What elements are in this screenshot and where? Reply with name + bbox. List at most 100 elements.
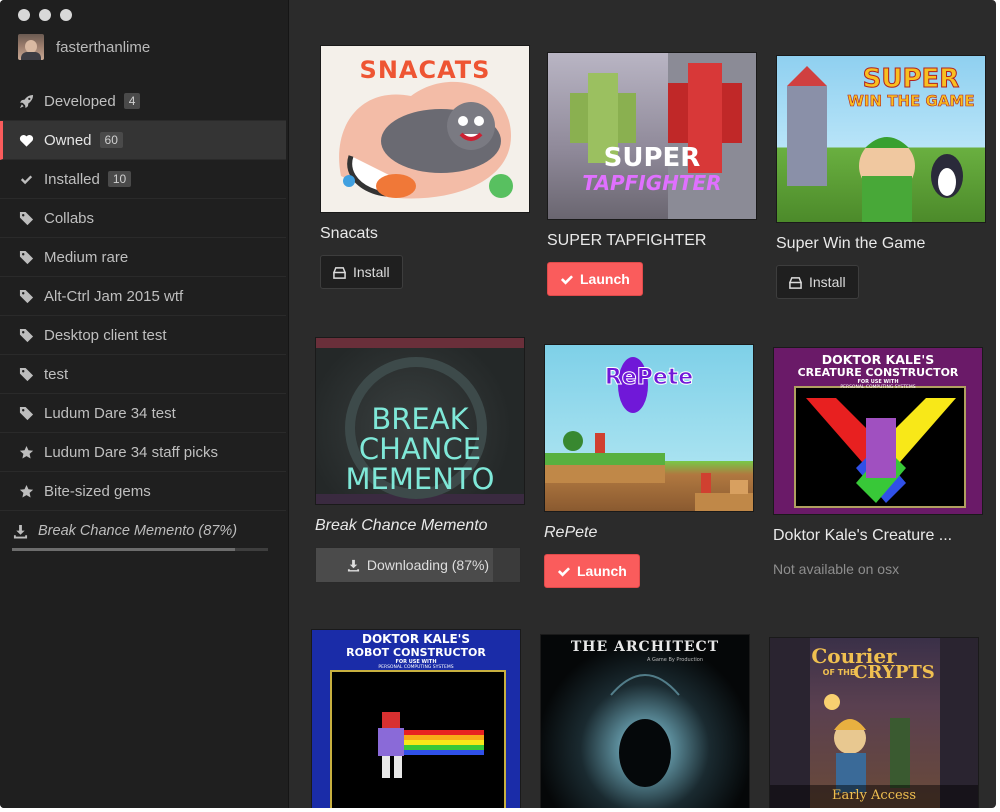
sidebar-item-label: Owned [44, 131, 92, 149]
count-badge: 4 [123, 93, 141, 109]
sidebar-nav: Developed 4 Owned 60 Installed 10 Collab… [0, 82, 286, 551]
sidebar-download-label: Break Chance Memento (87%) [38, 523, 238, 539]
cover-title: THE ARCHITECT [570, 639, 720, 655]
game-card-repete[interactable]: RePete RePete Launch [544, 344, 754, 588]
download-icon [347, 559, 359, 572]
cover-title: SUPER [603, 143, 701, 173]
hdd-icon [333, 266, 346, 279]
game-cover-snacats[interactable]: SNACATS [320, 45, 530, 213]
count-badge: 60 [99, 132, 123, 148]
button-label: Install [353, 264, 390, 280]
sidebar-item-test[interactable]: test [0, 355, 286, 394]
cover-title-line-3: MEMENTO [345, 462, 495, 496]
avatar [18, 34, 44, 60]
cover-title: BREAK [371, 402, 469, 436]
sidebar-item-installed[interactable]: Installed 10 [0, 160, 286, 199]
sidebar-item-label: Collabs [44, 209, 95, 227]
creature-cover-art [806, 398, 956, 503]
game-card-doktor-kales-creature-constructor[interactable]: DOKTOR KALE'S CREATURE CONSTRUCTOR FOR U… [773, 347, 983, 577]
early-access-banner: Early Access [770, 785, 978, 808]
game-title: Doktor Kale's Creature ... [773, 527, 953, 544]
sidebar-item-ludum-dare-34-test[interactable]: Ludum Dare 34 test [0, 394, 286, 433]
downloading-button[interactable]: Downloading (87%) [315, 547, 521, 583]
checkmark-icon [560, 274, 573, 285]
count-badge: 10 [107, 171, 132, 187]
star-icon [18, 483, 34, 499]
hdd-icon [789, 276, 802, 289]
game-card-super-win-the-game[interactable]: SUPER WIN THE GAME Super Win the Game In… [776, 55, 986, 299]
sidebar-item-medium-rare[interactable]: Medium rare [0, 238, 286, 277]
install-button[interactable]: Install [320, 255, 403, 289]
tag-icon [18, 288, 34, 304]
button-label: Launch [580, 271, 630, 287]
game-title: Snacats [320, 225, 378, 242]
sidebar-item-collabs[interactable]: Collabs [0, 199, 286, 238]
game-card-the-architect[interactable]: THE ARCHITECT A Game By Production [540, 634, 750, 808]
game-card-break-chance-memento[interactable]: BREAK CHANCE MEMENTO Break Chance Mement… [315, 337, 525, 583]
game-card-snacats[interactable]: SNACATS Snacats Install [320, 45, 530, 289]
cover-screen [794, 386, 966, 508]
tag-icon [18, 405, 34, 421]
sidebar-item-label: Developed [44, 92, 116, 110]
checkmark-icon [557, 566, 570, 577]
sidebar-item-label: Desktop client test [44, 326, 167, 344]
sidebar-item-label: test [44, 365, 69, 383]
user-profile[interactable]: fasterthanlime [18, 34, 150, 60]
window-controls [18, 9, 72, 21]
install-button[interactable]: Install [776, 265, 859, 299]
sidebar-item-label: Ludum Dare 34 staff picks [44, 443, 218, 461]
game-title: Break Chance Memento [315, 517, 488, 534]
cover-subtitle-2: CRYPTS [853, 662, 935, 683]
button-label: Launch [577, 563, 627, 579]
sidebar-item-alt-ctrl-jam[interactable]: Alt-Ctrl Jam 2015 wtf [0, 277, 286, 316]
sidebar-item-owned[interactable]: Owned 60 [0, 121, 286, 160]
sidebar-item-label: Ludum Dare 34 test [44, 404, 176, 422]
game-cover-super-tapfighter[interactable]: SUPER TAPFIGHTER [547, 52, 757, 220]
game-cover-doktor-kales-robot-constructor[interactable]: DOKTOR KALE'S ROBOT CONSTRUCTOR FOR USE … [311, 629, 521, 808]
minimize-window-button[interactable] [39, 9, 51, 21]
cover-subtitle: TAPFIGHTER [582, 171, 722, 195]
sidebar-item-developed[interactable]: Developed 4 [0, 82, 286, 121]
download-progress-bar [12, 548, 268, 551]
game-cover-courier-of-the-crypts[interactable]: Courier OF THE CRYPTS Early Access [769, 637, 979, 808]
game-title: RePete [544, 524, 598, 541]
game-cover-repete[interactable]: RePete [544, 344, 754, 512]
sidebar-item-label: Bite-sized gems [44, 482, 151, 500]
game-card-doktor-kales-robot-constructor[interactable]: DOKTOR KALE'S ROBOT CONSTRUCTOR FOR USE … [311, 629, 521, 808]
app-window: fasterthanlime Developed 4 Owned 60 Inst… [0, 0, 996, 808]
cover-title: SUPER [862, 64, 960, 95]
game-cover-super-win-the-game[interactable]: SUPER WIN THE GAME [776, 55, 986, 223]
maximize-window-button[interactable] [60, 9, 72, 21]
cover-subtitle: WIN THE GAME [847, 92, 975, 111]
sidebar-item-ludum-dare-34-staff-picks[interactable]: Ludum Dare 34 staff picks [0, 433, 286, 472]
rocket-icon [18, 93, 34, 109]
button-label: Install [809, 274, 846, 290]
download-icon [12, 523, 28, 539]
cover-subtitle: ROBOT CONSTRUCTOR [346, 646, 486, 659]
game-card-super-tapfighter[interactable]: SUPER TAPFIGHTER SUPER TAPFIGHTER Launch [547, 52, 757, 296]
download-progress-fill [12, 548, 235, 551]
cover-title: DOKTOR KALE'S [821, 352, 935, 367]
launch-button[interactable]: Launch [544, 554, 640, 588]
cover-title: SNACATS [359, 56, 491, 84]
sidebar-item-label: Medium rare [44, 248, 129, 266]
sidebar-item-bite-sized-gems[interactable]: Bite-sized gems [0, 472, 286, 511]
sidebar: fasterthanlime Developed 4 Owned 60 Inst… [0, 0, 289, 808]
sidebar-item-label: Installed [44, 170, 100, 188]
game-cover-the-architect[interactable]: THE ARCHITECT A Game By Production [540, 634, 750, 808]
sidebar-item-desktop-client-test[interactable]: Desktop client test [0, 316, 286, 355]
game-cover-break-chance-memento[interactable]: BREAK CHANCE MEMENTO [315, 337, 525, 505]
heart-icon [18, 132, 34, 148]
game-title: Super Win the Game [776, 235, 926, 252]
sidebar-download-item[interactable]: Break Chance Memento (87%) [0, 511, 286, 551]
cover-subtitle: A Game By Production [646, 657, 704, 663]
cover-title-line-2: CHANCE [358, 432, 482, 466]
cover-title: DOKTOR KALE'S [361, 632, 470, 646]
launch-button[interactable]: Launch [547, 262, 643, 296]
game-card-courier-of-the-crypts[interactable]: Courier OF THE CRYPTS Early Access [769, 637, 979, 808]
game-cover-doktor-kales-creature-constructor[interactable]: DOKTOR KALE'S CREATURE CONSTRUCTOR FOR U… [773, 347, 983, 515]
close-window-button[interactable] [18, 9, 30, 21]
cover-subtitle: CREATURE CONSTRUCTOR [797, 366, 959, 379]
cover-screen [330, 670, 506, 808]
cover-caption-line-2: PERSONAL COMPUTING SYSTEMS [378, 665, 454, 670]
